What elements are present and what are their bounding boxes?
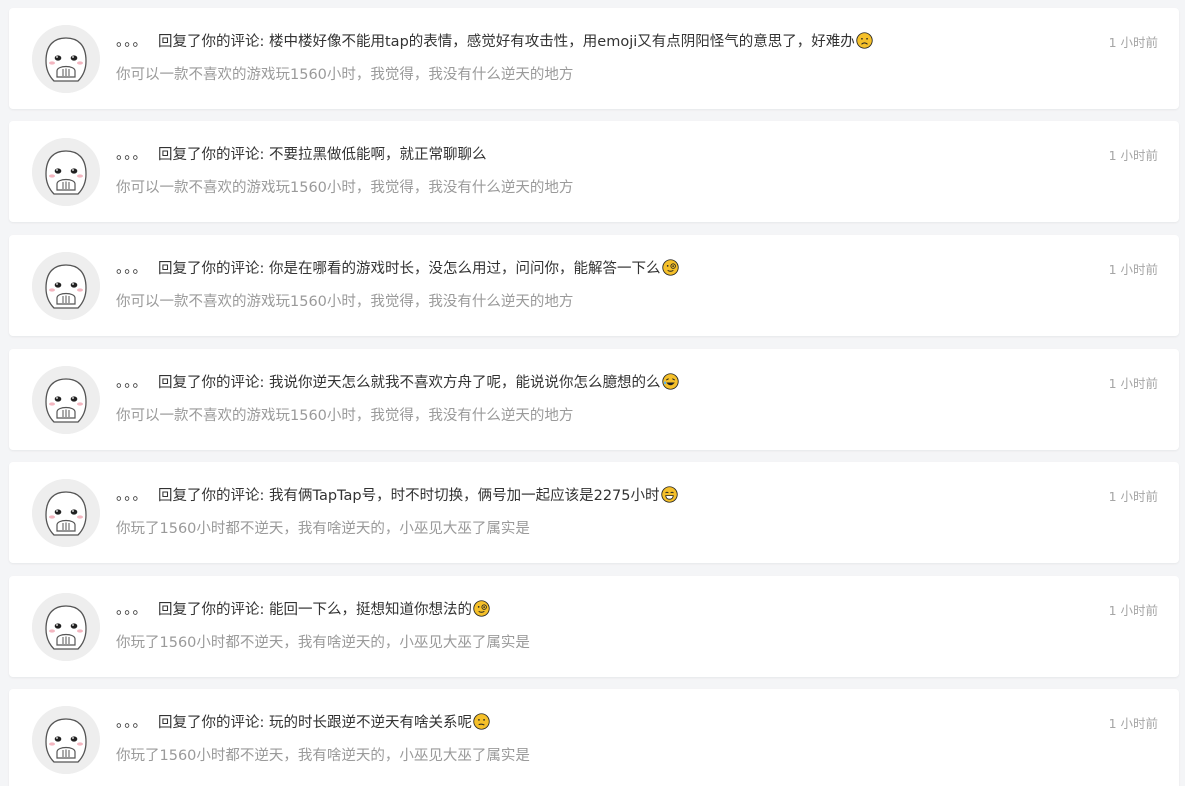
sad-face-emoji [856,32,873,49]
notification-card[interactable]: 。。。 回复了你的评论: 你是在哪看的游戏时长，没怎么用过，问问你，能解答一下么你… [9,235,1179,336]
reply-action-label: 回复了你的评论: [158,602,269,618]
user-nickname[interactable]: 。。。 [116,375,148,391]
avatar[interactable] [32,706,100,774]
notification-card[interactable]: 。。。 回复了你的评论: 能回一下么，挺想知道你想法的 你玩了1560小时都不逆天，… [9,576,1179,677]
rofl-face-emoji [661,373,679,390]
user-nickname[interactable]: 。。。 [116,602,148,618]
avatar[interactable] [32,479,100,547]
reply-action-label: 回复了你的评论: [158,375,269,391]
original-comment[interactable]: 你玩了1560小时都不逆天，我有啥逆天的，小巫见大巫了属实是 [116,633,1056,653]
reply-line[interactable]: 。。。 回复了你的评论: 楼中楼好像不能用tap的表情，感觉好有攻击性，用emoj… [116,32,1056,52]
user-nickname[interactable]: 。。。 [116,715,148,731]
notification-card[interactable]: 。。。 回复了你的评论: 玩的时长跟逆不逆天有啥关系呢 你玩了1560小时都不逆天，… [9,689,1179,786]
reply-line[interactable]: 。。。 回复了你的评论: 玩的时长跟逆不逆天有啥关系呢 [116,713,1056,733]
original-comment[interactable]: 你玩了1560小时都不逆天，我有啥逆天的，小巫见大巫了属实是 [116,746,1056,766]
notification-card[interactable]: 。。。 回复了你的评论: 楼中楼好像不能用tap的表情，感觉好有攻击性，用emoj… [9,8,1179,109]
reply-text: 不要拉黑做低能啊，就正常聊聊么 [269,147,487,163]
avatar[interactable] [32,25,100,93]
avatar[interactable] [32,138,100,206]
timestamp: 1 小时前 [1108,262,1158,277]
reply-line[interactable]: 。。。 回复了你的评论: 我说你逆天怎么就我不喜欢方舟了呢，能说说你怎么臆想的么 [116,373,1056,393]
reply-action-label: 回复了你的评论: [158,488,269,504]
timestamp: 1 小时前 [1108,489,1158,504]
notification-card[interactable]: 。。。 回复了你的评论: 我说你逆天怎么就我不喜欢方舟了呢，能说说你怎么臆想的么你… [9,349,1179,450]
avatar[interactable] [32,252,100,320]
timestamp: 1 小时前 [1108,603,1158,618]
user-nickname[interactable]: 。。。 [116,488,148,504]
user-nickname[interactable]: 。。。 [116,261,148,277]
original-comment[interactable]: 你可以一款不喜欢的游戏玩1560小时，我觉得，我没有什么逆天的地方 [116,292,1056,312]
reply-action-label: 回复了你的评论: [158,261,269,277]
reply-action-label: 回复了你的评论: [158,34,269,50]
avatar[interactable] [32,593,100,661]
reply-text: 玩的时长跟逆不逆天有啥关系呢 [269,715,472,731]
reply-text: 楼中楼好像不能用tap的表情，感觉好有攻击性，用emoji又有点阴阳怪气的意思了… [269,34,855,50]
confused-face-emoji [473,713,490,730]
monocle-face-emoji [473,600,490,617]
reply-action-label: 回复了你的评论: [158,147,269,163]
timestamp: 1 小时前 [1108,35,1158,50]
reply-line[interactable]: 。。。 回复了你的评论: 你是在哪看的游戏时长，没怎么用过，问问你，能解答一下么 [116,259,1056,279]
notification-card[interactable]: 。。。 回复了你的评论: 我有俩TapTap号，时不时切换，俩号加一起应该是227… [9,462,1179,563]
timestamp: 1 小时前 [1108,716,1158,731]
reply-line[interactable]: 。。。 回复了你的评论: 能回一下么，挺想知道你想法的 [116,600,1056,620]
original-comment[interactable]: 你可以一款不喜欢的游戏玩1560小时，我觉得，我没有什么逆天的地方 [116,178,1056,198]
original-comment[interactable]: 你可以一款不喜欢的游戏玩1560小时，我觉得，我没有什么逆天的地方 [116,65,1056,85]
reply-text: 能回一下么，挺想知道你想法的 [269,602,472,618]
notification-card[interactable]: 。。。 回复了你的评论: 不要拉黑做低能啊，就正常聊聊么 你可以一款不喜欢的游戏玩1… [9,121,1179,222]
reply-text: 我说你逆天怎么就我不喜欢方舟了呢，能说说你怎么臆想的么 [269,375,661,391]
original-comment[interactable]: 你玩了1560小时都不逆天，我有啥逆天的，小巫见大巫了属实是 [116,519,1056,539]
monocle-face-emoji [661,259,679,276]
timestamp: 1 小时前 [1108,376,1158,391]
user-nickname[interactable]: 。。。 [116,147,148,163]
reply-text: 我有俩TapTap号，时不时切换，俩号加一起应该是2275小时 [269,488,660,504]
timestamp: 1 小时前 [1108,148,1158,163]
original-comment[interactable]: 你可以一款不喜欢的游戏玩1560小时，我觉得，我没有什么逆天的地方 [116,406,1056,426]
reply-action-label: 回复了你的评论: [158,715,269,731]
reply-line[interactable]: 。。。 回复了你的评论: 我有俩TapTap号，时不时切换，俩号加一起应该是227… [116,486,1056,506]
reply-line[interactable]: 。。。 回复了你的评论: 不要拉黑做低能啊，就正常聊聊么 [116,145,1056,165]
user-nickname[interactable]: 。。。 [116,34,148,50]
notification-list: 。。。 回复了你的评论: 楼中楼好像不能用tap的表情，感觉好有攻击性，用emoj… [0,0,1185,786]
grin-face-emoji [660,486,678,503]
reply-text: 你是在哪看的游戏时长，没怎么用过，问问你，能解答一下么 [269,261,661,277]
avatar[interactable] [32,366,100,434]
